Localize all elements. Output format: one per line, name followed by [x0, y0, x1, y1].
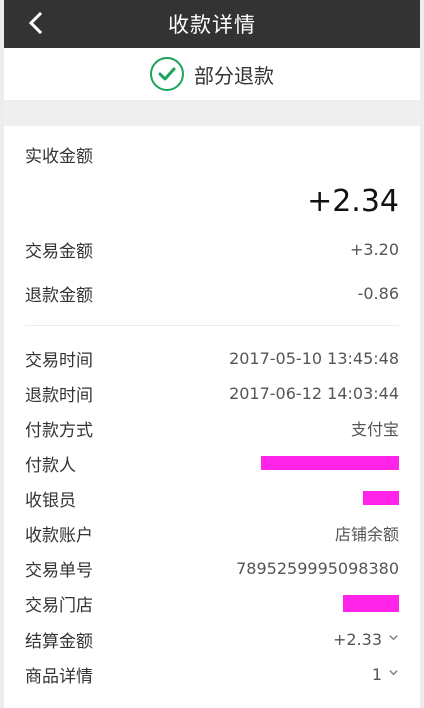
settlement-amount-value-wrap: +2.33	[333, 630, 399, 649]
payer-label: 付款人	[25, 455, 76, 476]
product-details-row[interactable]: 商品详情 1	[25, 657, 399, 691]
receiving-account-value: 店铺余额	[334, 525, 399, 544]
refund-amount-row: 退款金额 -0.86	[25, 276, 399, 310]
chevron-down-icon	[389, 669, 398, 675]
refund-amount-value: -0.86	[357, 283, 399, 303]
check-circle-icon	[150, 57, 184, 91]
store-redaction	[343, 594, 399, 612]
trade-store-label: 交易门店	[25, 595, 93, 616]
refund-status: 部分退款	[4, 48, 420, 100]
cashier-label: 收银员	[25, 490, 76, 511]
chevron-down-icon	[389, 634, 398, 640]
received-amount-value: +2.34	[307, 184, 399, 219]
trade-number-row: 交易单号 7895259995098380	[25, 551, 399, 585]
received-amount-label: 实收金额	[25, 147, 93, 167]
status-label: 部分退款	[194, 63, 274, 88]
settlement-amount-label: 结算金额	[25, 631, 93, 652]
product-details-label: 商品详情	[25, 666, 93, 687]
product-details-count: 1	[371, 664, 382, 684]
receiving-account-label: 收款账户	[25, 525, 93, 546]
payment-method-label: 付款方式	[25, 420, 93, 441]
refund-time-row: 退款时间 2017-06-12 14:03:44	[25, 376, 399, 410]
payer-redaction	[261, 456, 399, 470]
trade-amount-label: 交易金额	[25, 241, 93, 262]
chevron-left-icon	[28, 11, 43, 35]
trade-amount-row: 交易金额 +3.20	[25, 232, 399, 266]
settlement-amount-value: +2.33	[332, 629, 382, 649]
back-button[interactable]	[22, 10, 48, 36]
trade-time-label: 交易时间	[25, 350, 93, 371]
trade-number-label: 交易单号	[25, 560, 93, 581]
trade-time-value: 2017-05-10 13:45:48	[229, 348, 399, 368]
settlement-amount-row[interactable]: 结算金额 +2.33	[25, 622, 399, 656]
receipt-detail-page: 收款详情 部分退款 实收金额 +2.34 交易金额 +3.20 退款金额 -0.…	[4, 0, 420, 708]
trade-amount-value: +3.20	[349, 239, 399, 259]
payment-method-value: 支付宝	[350, 420, 399, 439]
trade-number-value: 7895259995098380	[236, 558, 399, 578]
receiving-account-row: 收款账户 店铺余额	[25, 516, 399, 550]
refund-time-label: 退款时间	[25, 385, 93, 406]
product-details-value-wrap: 1	[372, 665, 399, 684]
payment-method-row: 付款方式 支付宝	[25, 411, 399, 445]
refund-time-value: 2017-06-12 14:03:44	[229, 383, 399, 403]
trade-store-row: 交易门店	[25, 586, 399, 620]
refund-amount-label: 退款金额	[25, 285, 93, 306]
transaction-details: 实收金额 +2.34 交易金额 +3.20 退款金额 -0.86 交易时间 20…	[4, 126, 420, 708]
app-frame: 收款详情 部分退款 实收金额 +2.34 交易金额 +3.20 退款金额 -0.…	[0, 0, 424, 708]
details-divider	[25, 325, 399, 326]
trade-time-row: 交易时间 2017-05-10 13:45:48	[25, 341, 399, 375]
cashier-redaction	[363, 491, 399, 505]
page-title: 收款详情	[168, 13, 256, 37]
section-spacer	[4, 100, 420, 126]
top-navigation-bar: 收款详情	[4, 0, 420, 48]
cashier-row: 收银员	[25, 481, 399, 515]
payer-row: 付款人	[25, 446, 399, 480]
